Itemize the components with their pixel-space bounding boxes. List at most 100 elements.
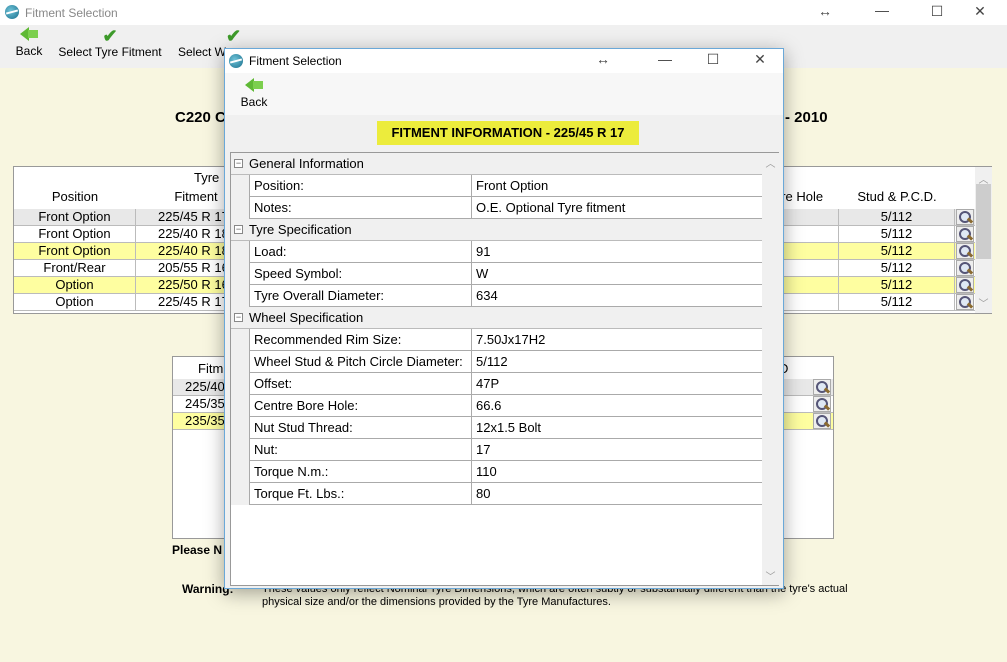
- property-row[interactable]: Offset: 47P: [249, 373, 762, 395]
- main-window-title: Fitment Selection: [25, 6, 118, 20]
- dialog-minimize-button[interactable]: —: [655, 51, 675, 67]
- property-label: Speed Symbol:: [249, 263, 472, 284]
- property-gutter: [231, 175, 249, 219]
- magnifier-icon[interactable]: [956, 260, 974, 276]
- property-row[interactable]: Torque Ft. Lbs.: 80: [249, 483, 762, 505]
- vehicle-heading-years: - 2010: [785, 109, 828, 126]
- back-label: Back: [240, 95, 268, 109]
- property-value: 12x1.5 Bolt: [476, 420, 542, 435]
- fitment-info-dialog: Fitment Selection ↔ — ☐ ✕ Back FITMENT I…: [224, 48, 784, 589]
- property-row[interactable]: Wheel Stud & Pitch Circle Diameter: 5/112: [249, 351, 762, 373]
- cell-position: Front Option: [14, 226, 136, 243]
- dialog-maximize-button[interactable]: ☐: [703, 51, 723, 68]
- property-label: Offset:: [249, 373, 472, 394]
- close-button[interactable]: ✕: [970, 3, 990, 20]
- main-title-bar: Fitment Selection ↔ — ☐ ✕: [0, 0, 1007, 25]
- property-label: Tyre Overall Diameter:: [249, 285, 472, 306]
- property-value: W: [476, 266, 489, 281]
- magnifier-icon[interactable]: [956, 277, 974, 293]
- property-value: 17: [476, 442, 491, 457]
- group-header[interactable]: − Tyre Specification: [231, 219, 762, 241]
- magnifier-icon[interactable]: [813, 379, 831, 395]
- property-label: Nut Stud Thread:: [249, 417, 472, 438]
- property-label: Notes:: [249, 197, 472, 218]
- property-row[interactable]: Notes: O.E. Optional Tyre fitment: [249, 197, 762, 219]
- tyre-group-header: Tyre: [194, 170, 220, 185]
- dialog-back-button[interactable]: Back: [239, 78, 269, 109]
- cell-stud-pcd: 5/112: [839, 243, 955, 260]
- property-row[interactable]: Tyre Overall Diameter: 634: [249, 285, 762, 307]
- property-row[interactable]: Torque N.m.: 110: [249, 461, 762, 483]
- property-label: Torque Ft. Lbs.:: [249, 483, 472, 504]
- back-arrow-icon: [20, 27, 38, 41]
- select-wheel-label: Select W: [178, 45, 227, 59]
- minimize-button[interactable]: —: [872, 2, 892, 18]
- group-name: General Information: [249, 156, 364, 171]
- checkmark-icon: ✔: [226, 26, 242, 46]
- property-label: Position:: [249, 175, 472, 196]
- group-header[interactable]: − General Information: [231, 153, 762, 175]
- group-header[interactable]: − Wheel Specification: [231, 307, 762, 329]
- checkmark-icon: ✔: [102, 26, 118, 46]
- group-name: Wheel Specification: [249, 310, 364, 325]
- property-label: Wheel Stud & Pitch Circle Diameter:: [249, 351, 472, 372]
- property-gutter: [231, 329, 249, 505]
- app-logo-icon: [5, 5, 19, 19]
- back-label: Back: [15, 44, 43, 58]
- dialog-toolbar: Back: [225, 73, 783, 115]
- back-arrow-icon: [245, 78, 263, 92]
- property-row[interactable]: Recommended Rim Size: 7.50Jx17H2: [249, 329, 762, 351]
- property-grid: ︿ ﹀ − General Information Position: Front O…: [230, 152, 779, 586]
- property-row[interactable]: Position: Front Option: [249, 175, 762, 197]
- column-header-position: Position: [51, 189, 99, 204]
- select-tyre-fitment-button[interactable]: ✔ Select Tyre Fitment: [58, 27, 162, 59]
- warning-text-line2: physical size and/or the dimensions prov…: [262, 596, 611, 608]
- magnifier-icon[interactable]: [956, 294, 974, 310]
- property-grid-scrollbar[interactable]: ︿ ﹀: [762, 153, 779, 585]
- maximize-button[interactable]: ☐: [927, 3, 947, 20]
- collapse-toggle-icon[interactable]: −: [234, 313, 243, 322]
- property-row[interactable]: Speed Symbol: W: [249, 263, 762, 285]
- column-header-fitment: Fitm: [198, 361, 224, 376]
- resize-arrows-icon: ↔: [818, 3, 832, 19]
- property-gutter: [231, 241, 249, 307]
- property-value: 66.6: [476, 398, 502, 413]
- group-name: Tyre Specification: [249, 222, 352, 237]
- property-row[interactable]: Load: 91: [249, 241, 762, 263]
- collapse-toggle-icon[interactable]: −: [234, 159, 243, 168]
- cell-stud-pcd: 5/112: [839, 277, 955, 294]
- property-row[interactable]: Nut: 17: [249, 439, 762, 461]
- property-label: Centre Bore Hole:: [249, 395, 472, 416]
- dialog-close-button[interactable]: ✕: [750, 51, 770, 68]
- property-row[interactable]: Centre Bore Hole: 66.6: [249, 395, 762, 417]
- fitment-info-banner: FITMENT INFORMATION - 225/45 R 17: [377, 121, 639, 145]
- vehicle-heading: C220 C: [175, 109, 226, 126]
- scrollbar-thumb[interactable]: [976, 184, 991, 259]
- property-label: Nut:: [249, 439, 472, 460]
- column-header-stud-pcd: Stud & P.C.D.: [857, 189, 937, 204]
- property-value: 5/112: [476, 354, 508, 369]
- property-label: Load:: [249, 241, 472, 262]
- property-value: Front Option: [476, 178, 549, 193]
- dialog-title-bar: Fitment Selection ↔ — ☐ ✕: [225, 49, 783, 73]
- property-value: 91: [476, 244, 491, 259]
- cell-stud-pcd: 5/112: [839, 260, 955, 277]
- tyre-table-scrollbar[interactable]: ︿ ﹀: [975, 167, 992, 313]
- property-value: 634: [476, 288, 498, 303]
- property-value: O.E. Optional Tyre fitment: [476, 200, 626, 215]
- property-row[interactable]: Nut Stud Thread: 12x1.5 Bolt: [249, 417, 762, 439]
- cell-stud-pcd: 5/112: [839, 226, 955, 243]
- property-value: 47P: [476, 376, 500, 391]
- magnifier-icon[interactable]: [956, 209, 974, 225]
- magnifier-icon[interactable]: [956, 243, 974, 259]
- app-logo-icon: [229, 54, 243, 68]
- magnifier-icon[interactable]: [956, 226, 974, 242]
- property-label: Torque N.m.:: [249, 461, 472, 482]
- magnifier-icon[interactable]: [813, 396, 831, 412]
- back-button[interactable]: Back: [14, 27, 44, 58]
- please-note-label: Please N: [172, 543, 223, 557]
- magnifier-icon[interactable]: [813, 413, 831, 429]
- cell-position: Option: [14, 294, 136, 311]
- cell-position: Option: [14, 277, 136, 294]
- collapse-toggle-icon[interactable]: −: [234, 225, 243, 234]
